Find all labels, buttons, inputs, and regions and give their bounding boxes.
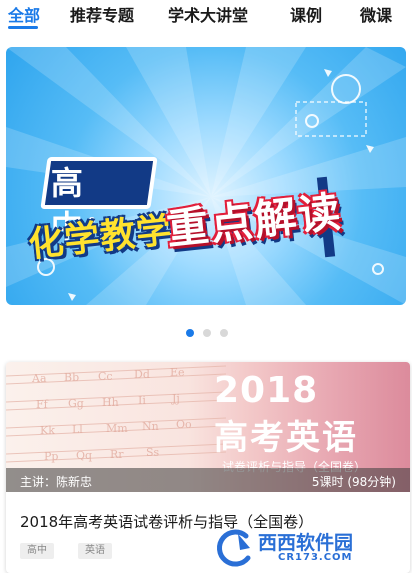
watermark-text: 西西软件园 [258,532,354,554]
site-watermark: 西西软件园 CR173.COM [212,528,407,570]
banner-subject-box: 高中： [40,157,158,246]
tag-level: 高中 [20,543,54,559]
tab-recommended-topics[interactable]: 推荐专题 [70,2,134,26]
tab-academic-lectures[interactable]: 学术大讲堂 [168,2,248,26]
promo-banner[interactable]: 高中： 化学教学 重点解读 [6,47,406,305]
svg-text:Aa: Aa [31,372,47,385]
lecturer-name: 主讲：陈新忠 [20,475,93,489]
svg-text:Dd: Dd [134,368,150,381]
watermark-logo-icon [216,529,251,567]
tab-micro-lessons[interactable]: 微课 [360,2,392,26]
course-duration: 5课时 (98分钟) [311,475,396,489]
cover-year: 2018 [214,370,319,411]
active-tab-indicator [8,26,38,29]
svg-text:Ee: Ee [170,366,185,379]
svg-text:Nn: Nn [142,420,159,433]
watermark-domain: CR173.COM [278,552,353,563]
tab-lesson-examples[interactable]: 课例 [290,2,322,26]
tab-all[interactable]: 全部 [8,2,40,26]
carousel-dot[interactable] [220,329,228,337]
svg-text:Ll: Ll [72,423,83,436]
svg-text:Ff: Ff [36,398,49,411]
svg-text:Ss: Ss [146,446,160,459]
svg-text:Pp: Pp [44,450,58,463]
svg-text:Qq: Qq [76,449,92,462]
category-tabs: 全部 推荐专题 学术大讲堂 课例 微课 [0,0,412,30]
svg-text:Mm: Mm [106,422,128,435]
svg-text:Ii: Ii [138,394,146,407]
carousel-dot[interactable] [203,329,211,337]
svg-text:Rr: Rr [110,448,124,461]
svg-text:Kk: Kk [40,424,55,437]
svg-text:Bb: Bb [64,371,79,384]
svg-text:Cc: Cc [98,370,113,383]
svg-text:Hh: Hh [102,396,119,409]
carousel-indicator [0,329,412,339]
carousel-dot[interactable] [186,329,194,337]
cover-title: 高考英语 [214,418,358,458]
svg-text:Jj: Jj [171,392,180,405]
course-cover-image: Aa Bb Cc Dd Ee Ff Gg Hh Ii Jj Kk Ll Mm Nn Oo Pp Qq Rr S… [6,362,410,492]
svg-text:Oo: Oo [176,418,192,431]
svg-text:Gg: Gg [68,397,84,410]
tag-subject: 英语 [78,543,112,559]
